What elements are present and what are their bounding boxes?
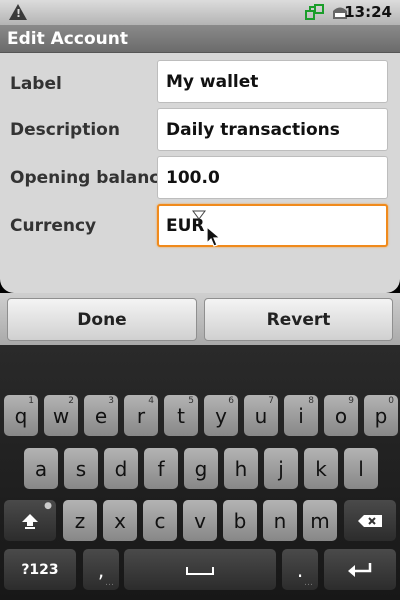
key-z[interactable]: z — [63, 500, 97, 541]
key-g[interactable]: g — [184, 448, 218, 489]
key-w[interactable]: w2 — [44, 395, 78, 436]
action-bar: Done Revert — [0, 293, 400, 345]
key-c[interactable]: c — [143, 500, 177, 541]
label-field[interactable]: My wallet — [157, 60, 388, 103]
key-s[interactable]: s — [64, 448, 98, 489]
shift-key[interactable]: ● — [4, 500, 56, 541]
network-sync-icon — [305, 4, 324, 20]
backspace-key[interactable] — [344, 500, 396, 541]
status-bar: ! 13:24 — [0, 0, 400, 25]
key-m[interactable]: m — [303, 500, 337, 541]
key-o[interactable]: o9 — [324, 395, 358, 436]
page-title: Edit Account — [7, 29, 128, 49]
space-icon — [186, 566, 214, 575]
label-label: Label — [10, 74, 62, 94]
key-n[interactable]: n — [263, 500, 297, 541]
currency-label: Currency — [10, 216, 97, 236]
done-button[interactable]: Done — [7, 298, 197, 341]
opening-balance-field[interactable]: 100.0 — [157, 156, 388, 199]
shift-icon — [22, 513, 38, 529]
period-key[interactable]: .… — [282, 549, 318, 590]
enter-key[interactable] — [324, 549, 396, 590]
key-p[interactable]: p0 — [364, 395, 398, 436]
title-bar: Edit Account — [0, 25, 400, 53]
key-y[interactable]: y6 — [204, 395, 238, 436]
key-r[interactable]: r4 — [124, 395, 158, 436]
opening-balance-label: Opening balance — [10, 168, 171, 188]
revert-button[interactable]: Revert — [204, 298, 393, 341]
edit-account-form: Label My wallet Description Daily transa… — [0, 53, 400, 293]
key-u[interactable]: u7 — [244, 395, 278, 436]
description-label: Description — [10, 120, 120, 140]
enter-icon — [348, 562, 372, 577]
space-key[interactable] — [124, 549, 276, 590]
key-d[interactable]: d — [104, 448, 138, 489]
text-cursor-handle-icon[interactable] — [192, 210, 206, 224]
key-a[interactable]: a — [24, 448, 58, 489]
soft-keyboard: q1w2e3r4t5y6u7i8o9p0 asdfghjkl ● zxcvbnm… — [0, 345, 400, 600]
key-k[interactable]: k — [304, 448, 338, 489]
key-x[interactable]: x — [103, 500, 137, 541]
key-v[interactable]: v — [183, 500, 217, 541]
description-field[interactable]: Daily transactions — [157, 108, 388, 151]
key-j[interactable]: j — [264, 448, 298, 489]
key-t[interactable]: t5 — [164, 395, 198, 436]
key-h[interactable]: h — [224, 448, 258, 489]
key-e[interactable]: e3 — [84, 395, 118, 436]
key-b[interactable]: b — [223, 500, 257, 541]
symbols-key[interactable]: ?123 — [4, 549, 76, 590]
key-l[interactable]: l — [344, 448, 378, 489]
comma-key[interactable]: ,… — [83, 549, 119, 590]
key-f[interactable]: f — [144, 448, 178, 489]
warning-icon: ! — [9, 4, 27, 20]
status-time: 13:24 — [344, 3, 392, 21]
key-i[interactable]: i8 — [284, 395, 318, 436]
key-q[interactable]: q1 — [4, 395, 38, 436]
backspace-icon — [358, 514, 382, 527]
mouse-pointer-icon — [206, 226, 222, 247]
